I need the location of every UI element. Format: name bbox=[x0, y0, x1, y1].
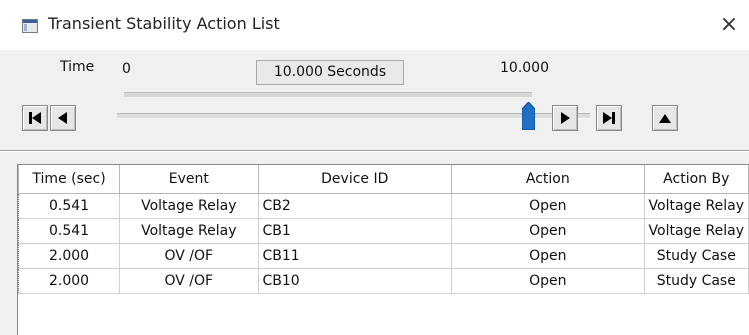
current-time-display: 10.000 Seconds bbox=[256, 60, 404, 85]
time-range-track bbox=[124, 92, 532, 97]
event-cell[interactable]: Voltage Relay bbox=[119, 193, 259, 219]
action-by-cell[interactable]: Voltage Relay bbox=[643, 218, 749, 244]
time-cell[interactable]: 2.000 bbox=[17, 268, 121, 294]
table-row[interactable]: 0.541 Voltage Relay CB1 Open Voltage Rel… bbox=[17, 218, 749, 244]
move-up-icon bbox=[659, 113, 671, 123]
step-back-icon bbox=[57, 112, 69, 124]
table-row[interactable]: 2.000 OV /OF CB10 Open Study Case bbox=[17, 268, 749, 294]
column-header-time[interactable]: Time (sec) bbox=[17, 165, 121, 194]
device-id-cell[interactable]: CB11 bbox=[257, 243, 453, 269]
action-by-cell[interactable]: Study Case bbox=[643, 243, 749, 269]
column-header-action-by[interactable]: Action By bbox=[643, 165, 749, 194]
move-up-button[interactable] bbox=[652, 105, 678, 131]
last-step-button[interactable] bbox=[596, 105, 622, 131]
action-cell[interactable]: Open bbox=[451, 243, 645, 269]
action-cell[interactable]: Open bbox=[451, 268, 645, 294]
event-cell[interactable]: Voltage Relay bbox=[119, 218, 259, 244]
device-id-cell[interactable]: CB1 bbox=[257, 218, 453, 244]
event-cell[interactable]: OV /OF bbox=[119, 268, 259, 294]
client-area: Time 0 10.000 Seconds 10.000 Time (sec) … bbox=[0, 50, 749, 335]
column-header-device-id[interactable]: Device ID bbox=[257, 165, 453, 194]
action-list-table: Time (sec) Event Device ID Action Action… bbox=[17, 164, 749, 335]
table-row[interactable]: 0.541 Voltage Relay CB2 Open Voltage Rel… bbox=[17, 193, 749, 219]
close-button[interactable]: × bbox=[714, 10, 744, 40]
previous-step-button[interactable] bbox=[50, 105, 76, 131]
action-by-cell[interactable]: Voltage Relay bbox=[643, 193, 749, 219]
device-id-cell[interactable]: CB2 bbox=[257, 193, 453, 219]
skip-to-start-icon bbox=[28, 112, 42, 124]
first-step-button[interactable] bbox=[22, 105, 48, 131]
table-row[interactable]: 2.000 OV /OF CB11 Open Study Case bbox=[17, 243, 749, 269]
time-cell[interactable]: 2.000 bbox=[17, 243, 121, 269]
time-cell[interactable]: 0.541 bbox=[17, 218, 121, 244]
start-time-value: 0 bbox=[122, 61, 131, 77]
action-cell[interactable]: Open bbox=[451, 193, 645, 219]
time-slider-track[interactable] bbox=[117, 113, 590, 119]
column-header-event[interactable]: Event bbox=[119, 165, 259, 194]
window-title: Transient Stability Action List bbox=[48, 14, 280, 33]
skip-to-end-icon bbox=[602, 112, 616, 124]
separator bbox=[0, 150, 749, 152]
time-slider-thumb[interactable] bbox=[521, 101, 536, 131]
app-window-icon bbox=[22, 19, 38, 33]
step-forward-icon bbox=[559, 112, 571, 124]
column-header-action[interactable]: Action bbox=[451, 165, 645, 194]
title-bar: Transient Stability Action List × bbox=[0, 0, 749, 50]
device-id-cell[interactable]: CB10 bbox=[257, 268, 453, 294]
action-cell[interactable]: Open bbox=[451, 218, 645, 244]
time-label: Time bbox=[60, 59, 95, 75]
time-cell[interactable]: 0.541 bbox=[17, 193, 121, 219]
table-header: Time (sec) Event Device ID Action Action… bbox=[17, 165, 749, 194]
next-step-button[interactable] bbox=[552, 105, 578, 131]
end-time-value: 10.000 bbox=[500, 60, 549, 76]
event-cell[interactable]: OV /OF bbox=[119, 243, 259, 269]
action-by-cell[interactable]: Study Case bbox=[643, 268, 749, 294]
